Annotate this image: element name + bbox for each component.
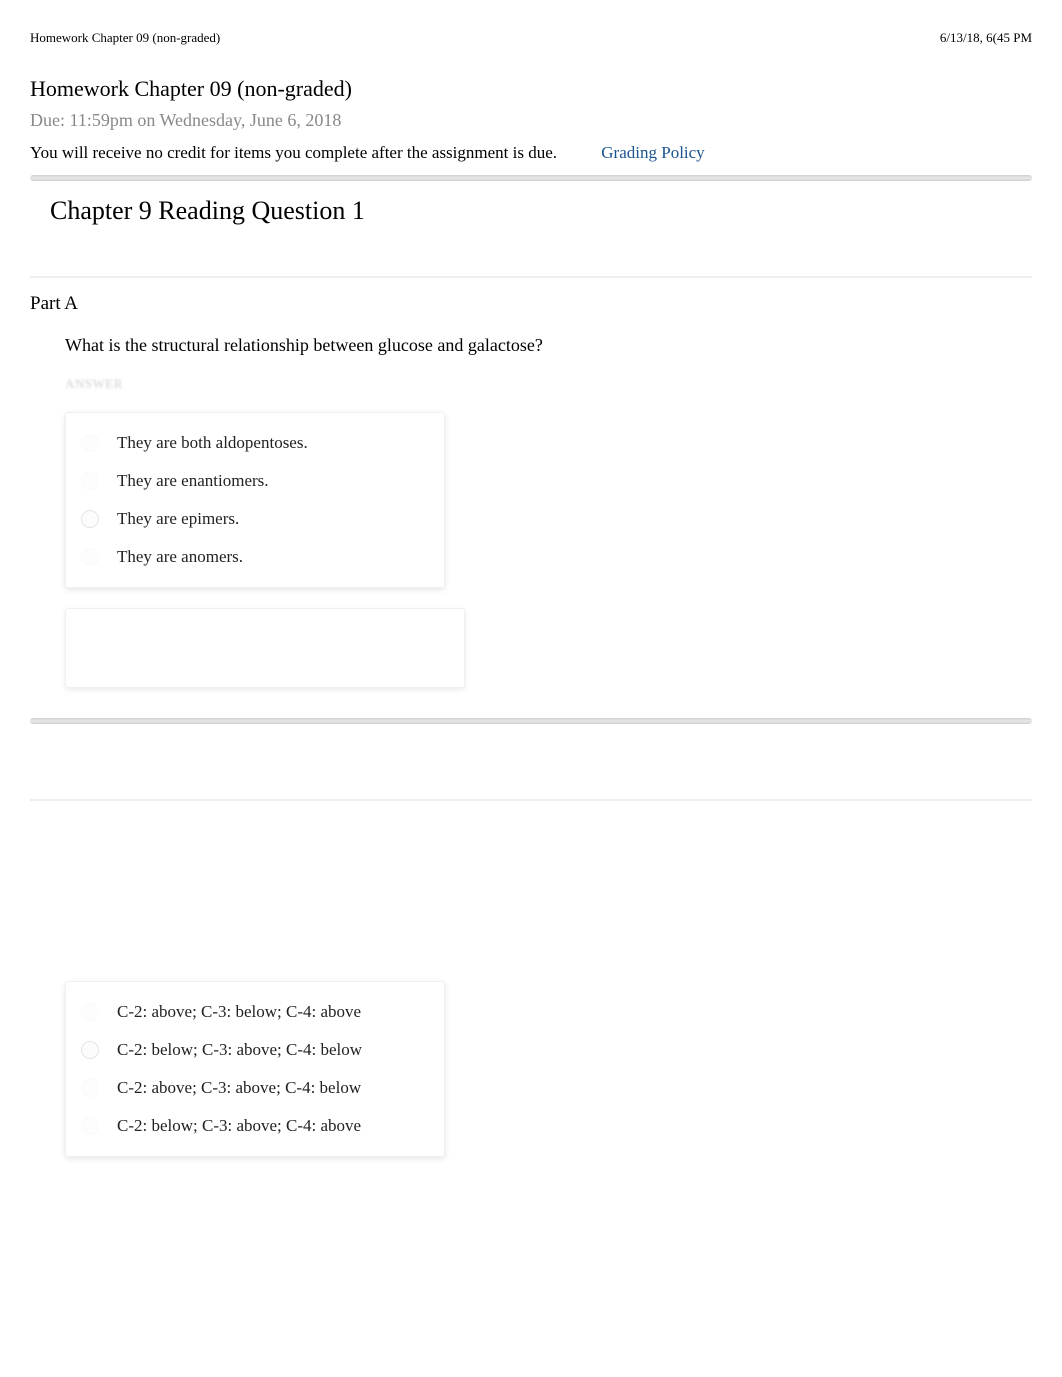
header-doc-title: Homework Chapter 09 (non-graded)	[30, 30, 220, 46]
thin-divider	[30, 799, 1032, 801]
option-row[interactable]: C-2: above; C-3: above; C-4: below	[81, 1078, 429, 1098]
answer-label: ANSWER	[65, 376, 1032, 392]
section-divider	[30, 175, 1032, 181]
option-label: C-2: above; C-3: below; C-4: above	[117, 1002, 361, 1022]
part-label: Part A	[30, 293, 1032, 315]
option-row[interactable]: C-2: below; C-3: above; C-4: above	[81, 1116, 429, 1136]
page-header: Homework Chapter 09 (non-graded) 6/13/18…	[30, 30, 1032, 46]
credit-row: You will receive no credit for items you…	[30, 143, 1032, 163]
due-date: Due: 11:59pm on Wednesday, June 6, 2018	[30, 110, 1032, 131]
feedback-box	[65, 608, 465, 688]
option-label: C-2: below; C-3: above; C-4: below	[117, 1040, 362, 1060]
header-timestamp: 6/13/18, 6(45 PM	[940, 30, 1032, 46]
option-label: They are anomers.	[117, 547, 243, 567]
radio-icon[interactable]	[81, 472, 99, 490]
option-row[interactable]: They are anomers.	[81, 547, 429, 567]
radio-icon[interactable]	[81, 1041, 99, 1059]
credit-notice: You will receive no credit for items you…	[30, 143, 557, 162]
option-row[interactable]: C-2: above; C-3: below; C-4: above	[81, 1002, 429, 1022]
spacer	[30, 739, 1032, 799]
section-divider	[30, 718, 1032, 724]
question-text: What is the structural relationship betw…	[65, 335, 1032, 356]
radio-icon[interactable]	[81, 1003, 99, 1021]
assignment-title: Homework Chapter 09 (non-graded)	[30, 76, 1032, 102]
option-label: They are enantiomers.	[117, 471, 269, 491]
options-box-2: C-2: above; C-3: below; C-4: above C-2: …	[65, 981, 445, 1157]
option-label: C-2: below; C-3: above; C-4: above	[117, 1116, 361, 1136]
option-row[interactable]: C-2: below; C-3: above; C-4: below	[81, 1040, 429, 1060]
option-row[interactable]: They are both aldopentoses.	[81, 433, 429, 453]
option-row[interactable]: They are epimers.	[81, 509, 429, 529]
option-label: They are both aldopentoses.	[117, 433, 308, 453]
radio-icon[interactable]	[81, 1079, 99, 1097]
question-title: Chapter 9 Reading Question 1	[50, 196, 1032, 226]
options-box-1: They are both aldopentoses. They are ena…	[65, 412, 445, 588]
option-label: They are epimers.	[117, 509, 239, 529]
radio-icon[interactable]	[81, 1117, 99, 1135]
option-row[interactable]: They are enantiomers.	[81, 471, 429, 491]
option-label: C-2: above; C-3: above; C-4: below	[117, 1078, 361, 1098]
grading-policy-link[interactable]: Grading Policy	[601, 143, 704, 162]
radio-icon[interactable]	[81, 434, 99, 452]
radio-icon[interactable]	[81, 548, 99, 566]
thin-divider	[30, 276, 1032, 278]
radio-icon[interactable]	[81, 510, 99, 528]
